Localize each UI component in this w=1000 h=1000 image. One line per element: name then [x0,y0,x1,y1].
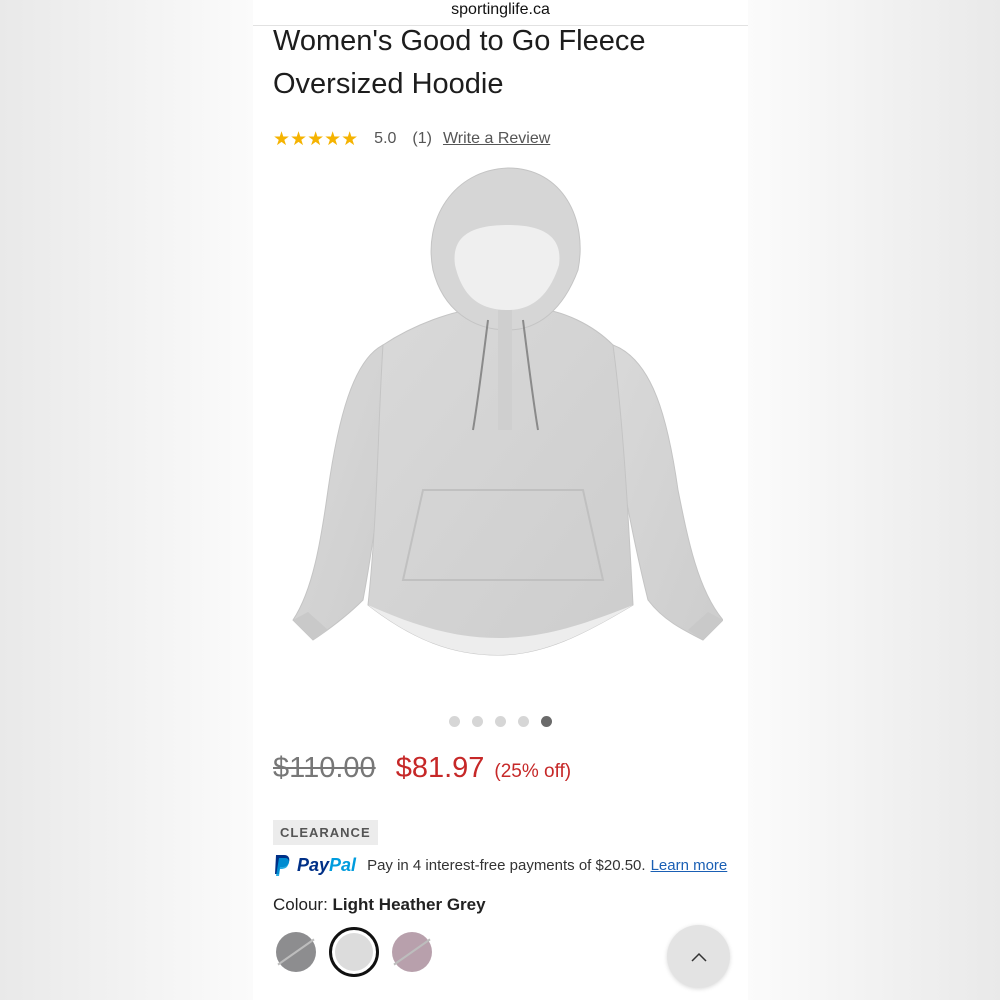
rating-value: 5.0 [374,130,397,147]
swatch-light-heather-grey[interactable] [329,927,379,977]
write-review-link[interactable]: Write a Review [443,130,550,148]
url-text: sportinglife.ca [451,1,550,18]
paypal-wordmark-pay: Pay [297,854,330,875]
paypal-wordmark-pal: Pal [329,854,357,875]
scroll-to-top-button[interactable] [667,925,730,988]
review-count: (1) [412,130,432,147]
rating-row: ★★★★★ 5.0 (1) Write a Review [273,126,550,152]
swatch-mauve[interactable] [392,932,432,972]
paypal-wordmark: PayPal [297,855,356,876]
swatch-dark-grey[interactable] [276,932,316,972]
paypal-row: PayPal Pay in 4 interest-free payments o… [273,853,727,877]
star-rating-icon: ★★★★★ [273,128,359,150]
background-right [748,0,1000,1000]
colour-value: Light Heather Grey [332,895,486,914]
product-image[interactable] [283,160,724,670]
product-title: Women's Good to Go Fleece Oversized Hood… [273,25,646,100]
carousel-dot[interactable] [495,716,506,727]
phone-screen: sportinglife.ca Women's Good to Go Fleec… [253,0,748,1000]
discount-label: (25% off) [494,761,572,782]
paypal-logo-icon [275,855,290,876]
hoodie-image [292,167,724,656]
carousel-dot[interactable] [472,716,483,727]
image-carousel-dots[interactable] [449,716,552,727]
paypal-message: Pay in 4 interest-free payments of $20.5… [367,856,646,874]
original-price: $110.00 [273,752,376,784]
carousel-dot[interactable] [518,716,529,727]
chevron-up-icon [690,952,707,962]
background-left [0,0,253,1000]
learn-more-link[interactable]: Learn more [651,857,728,874]
colour-label: Colour: [273,895,328,914]
carousel-dot-active[interactable] [541,716,552,727]
clearance-badge: CLEARANCE [273,820,378,845]
colour-swatches [276,927,432,977]
sale-price: $81.97 [395,752,485,784]
colour-row: Colour: Light Heather Grey [273,895,486,915]
carousel-dot[interactable] [449,716,460,727]
price-row: $110.00 $81.97 (25% off) [273,752,571,785]
